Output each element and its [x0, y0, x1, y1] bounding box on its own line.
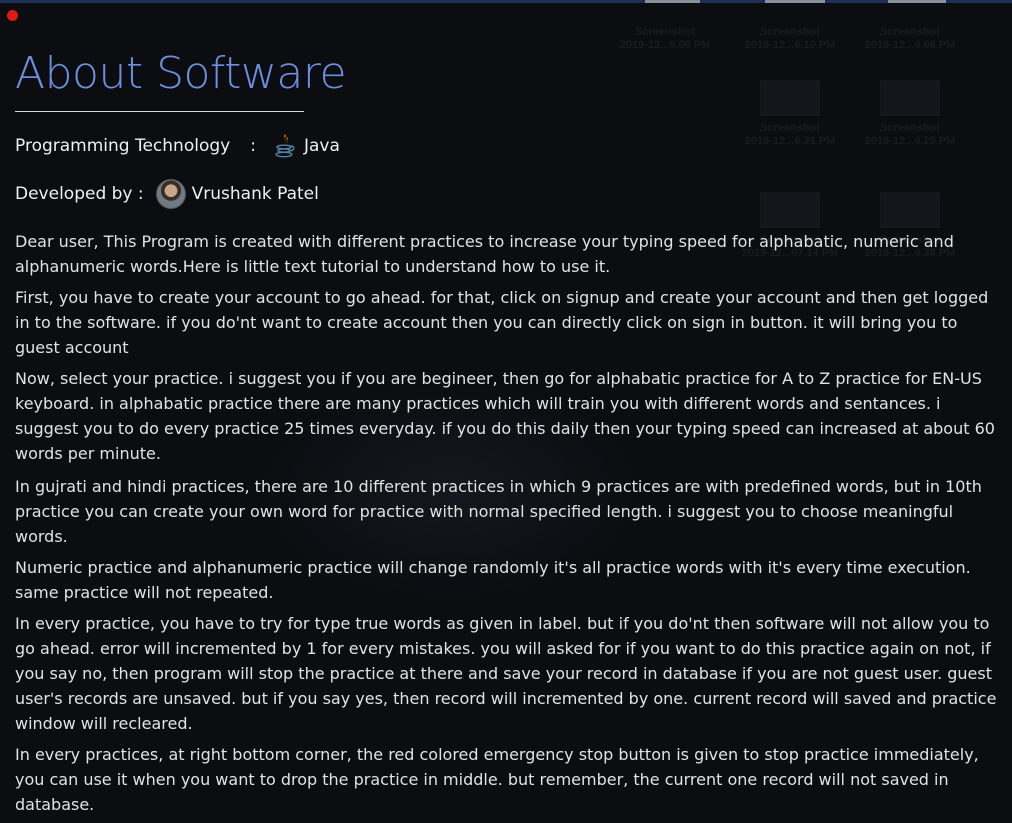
tech-label: Programming Technology	[15, 136, 231, 156]
thumbnail-icon	[760, 80, 820, 116]
paragraph: Dear user, This Program is created with …	[15, 232, 954, 276]
title-underline	[15, 111, 304, 112]
developer-label: Developed by :	[15, 184, 144, 204]
top-border-segment	[888, 0, 946, 3]
desktop-icon: Screenshot 2019-12...4.06 PM	[864, 26, 956, 51]
paragraph: In every practice, you have to try for t…	[15, 614, 997, 733]
desktop-icon: Screenshot 2019-12...6.10 PM	[744, 26, 836, 51]
developer-name: Vrushank Patel	[191, 184, 319, 204]
avatar	[155, 179, 186, 209]
desktop-icon: Screenshot 2019-12...4.25 PM	[855, 80, 965, 148]
top-border-segment	[645, 0, 700, 3]
thumbnail-icon	[760, 192, 820, 228]
thumbnail-icon	[880, 80, 940, 116]
page-title: About Software	[15, 48, 347, 99]
top-border	[0, 0, 1012, 3]
desktop-icon: Screenshot 2019-12...6.31 PM	[735, 80, 845, 148]
desktop-icon: Screenshot 2019-12...9.00 PM	[619, 26, 711, 51]
paragraph: First, you have to create your account t…	[15, 288, 989, 357]
tech-value: Java	[303, 136, 340, 156]
close-dot-icon[interactable]	[7, 10, 18, 21]
paragraph: In gujrati and hindi practices, there ar…	[15, 477, 982, 546]
tutorial-text: Dear user, This Program is created with …	[15, 229, 1005, 823]
paragraph: In every practices, at right bottom corn…	[15, 745, 979, 814]
developer-row: Developed by : Vrushank Patel	[15, 179, 319, 209]
tech-separator: :	[250, 136, 256, 156]
tech-row: Programming Technology : Java	[15, 131, 340, 161]
top-border-segment	[765, 0, 825, 3]
thumbnail-icon	[880, 192, 940, 228]
paragraph: Numeric practice and alphanumeric practi…	[15, 558, 971, 602]
paragraph: Now, select your practice. i suggest you…	[15, 369, 995, 463]
java-icon	[275, 134, 295, 158]
